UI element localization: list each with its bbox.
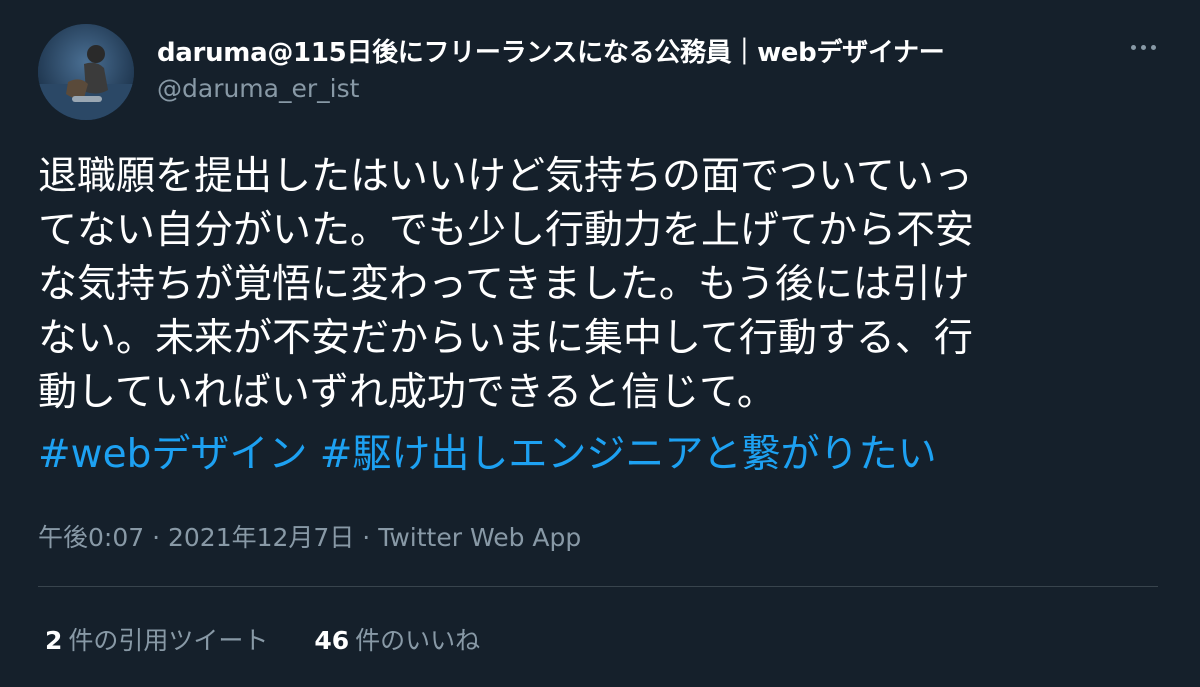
more-horizontal-icon: [1140, 44, 1146, 50]
hashtag-row: #webデザイン #駆け出しエンジニアと繋がりたい: [38, 428, 937, 482]
quote-tweets-link[interactable]: 2 件の引用ツイート: [45, 621, 268, 657]
hashtag-link[interactable]: #駆け出しエンジニアと繋がりたい: [320, 432, 937, 477]
meta-separator: ·: [152, 523, 161, 552]
quote-count: 2: [45, 626, 63, 655]
tweet-metadata: 午後0:07 · 2021年12月7日 · Twitter Web App: [38, 518, 581, 554]
hashtag-link[interactable]: #webデザイン: [38, 432, 307, 477]
quote-label: 件の引用ツイート: [68, 626, 269, 655]
avatar[interactable]: [38, 24, 134, 120]
like-label: 件のいいね: [355, 626, 481, 655]
tweet-text-line: な気持ちが覚悟に変わってきました。もう後には引け: [38, 262, 970, 307]
tweet-time[interactable]: 午後0:07: [38, 518, 144, 554]
more-horizontal-icon: [1150, 44, 1156, 50]
meta-separator: ·: [362, 523, 371, 552]
tweet-text-line: てない自分がいた。でも少し行動力を上げてから不安: [38, 208, 975, 253]
tweet-text-line: ない。未来が不安だからいまに集中して行動する、行: [38, 316, 973, 361]
tweet-date[interactable]: 2021年12月7日: [168, 518, 354, 554]
tweet-detail: daruma@115日後にフリーランスになる公務員｜webデザイナー @daru…: [0, 0, 1200, 687]
tweet-text-line: 退職願を提出したはいいけど気持ちの面でついていっ: [38, 154, 973, 199]
tweet-text: 退職願を提出したはいいけど気持ちの面でついていっ てない自分がいた。でも少し行動…: [38, 150, 1166, 420]
tweet-text-line: 動していればいずれ成功できると信じて。: [38, 370, 776, 415]
author-display-name[interactable]: daruma@115日後にフリーランスになる公務員｜webデザイナー: [157, 32, 945, 69]
divider: [38, 586, 1158, 587]
tweet-stats: 2 件の引用ツイート 46 件のいいね: [45, 621, 518, 657]
more-horizontal-icon: [1130, 44, 1136, 50]
tweet-source[interactable]: Twitter Web App: [378, 523, 581, 552]
author-handle[interactable]: @daruma_er_ist: [157, 74, 359, 103]
like-count: 46: [314, 626, 350, 655]
more-options-button[interactable]: [1118, 32, 1168, 62]
likes-link[interactable]: 46 件のいいね: [314, 621, 480, 657]
avatar-photo-icon: [38, 24, 134, 120]
